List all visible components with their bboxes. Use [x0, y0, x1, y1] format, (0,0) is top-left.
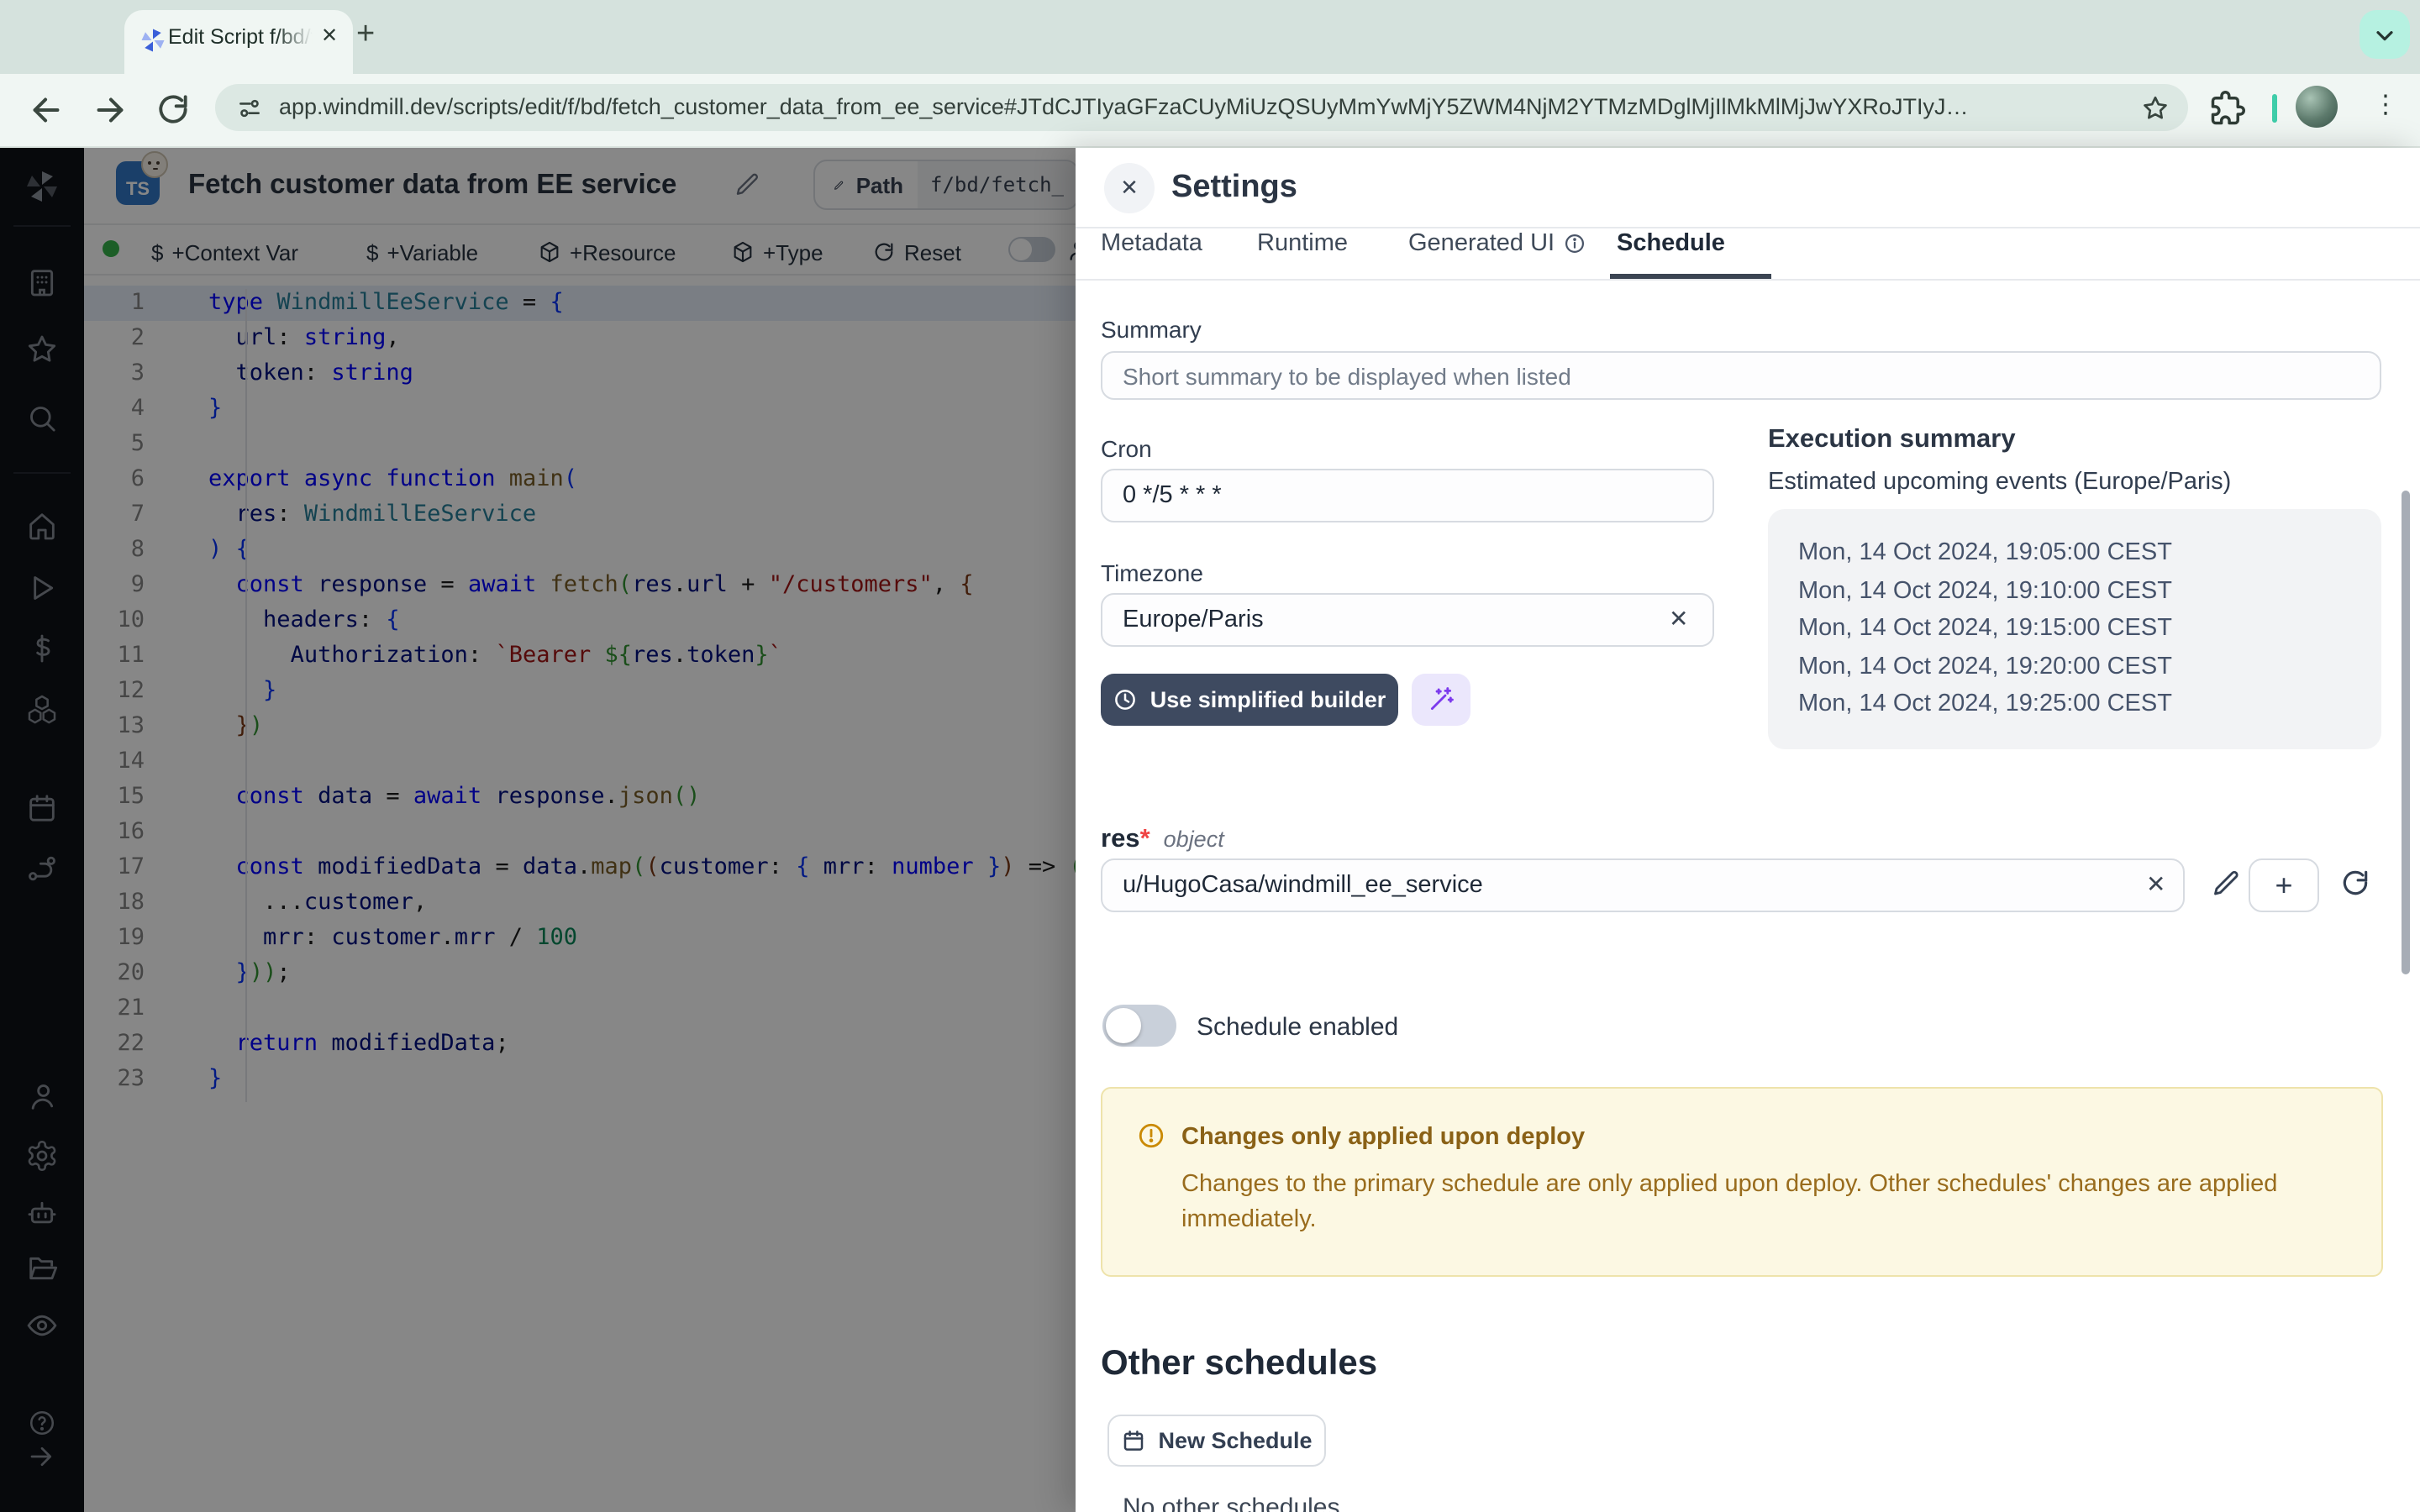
warning-title: Changes only applied upon deploy	[1181, 1124, 1585, 1151]
drawer-backdrop[interactable]	[0, 148, 1076, 1512]
timezone-label: Timezone	[1101, 559, 1203, 586]
extensions-icon[interactable]	[2210, 91, 2245, 126]
tab-generated-ui[interactable]: Generated UI	[1408, 230, 1586, 257]
profile-indicator	[2272, 94, 2277, 123]
res-field-label: res*object	[1101, 825, 1224, 855]
tab-schedule[interactable]: Schedule	[1617, 230, 1725, 257]
event-row: Mon, 14 Oct 2024, 19:05:00 CEST	[1798, 534, 2381, 572]
reload-icon[interactable]	[155, 91, 192, 128]
tab-runtime[interactable]: Runtime	[1257, 230, 1348, 257]
tab-title: Edit Script f/bd/fetch_custom	[168, 25, 313, 52]
no-other-schedules-text: No other schedules	[1123, 1494, 1340, 1512]
windmill-favicon	[138, 25, 168, 55]
bookmark-star-icon[interactable]	[2141, 94, 2170, 123]
event-row: Mon, 14 Oct 2024, 19:20:00 CEST	[1798, 648, 2381, 685]
event-row: Mon, 14 Oct 2024, 19:25:00 CEST	[1798, 685, 2381, 723]
event-row: Mon, 14 Oct 2024, 19:10:00 CEST	[1798, 572, 2381, 610]
settings-title: Settings	[1171, 170, 1297, 207]
close-settings-button[interactable]: ✕	[1104, 163, 1155, 213]
info-icon	[1563, 232, 1586, 255]
execution-summary-subtitle: Estimated upcoming events (Europe/Paris)	[1768, 469, 2231, 496]
res-field-type: object	[1164, 827, 1224, 852]
tab-close-icon[interactable]: ✕	[321, 24, 338, 47]
panel-scrollbar[interactable]	[2402, 491, 2410, 974]
panel-divider	[1076, 279, 2420, 281]
execution-events: Mon, 14 Oct 2024, 19:05:00 CESTMon, 14 O…	[1768, 509, 2381, 749]
magic-wand-icon	[1427, 685, 1455, 714]
resource-input[interactable]	[1101, 858, 2185, 912]
schedule-enabled-toggle[interactable]	[1102, 1005, 1176, 1047]
site-info-icon[interactable]	[237, 96, 262, 121]
refresh-resource-icon[interactable]	[2339, 867, 2371, 899]
alert-icon	[1136, 1121, 1166, 1151]
back-icon[interactable]	[27, 91, 66, 129]
ai-cron-button[interactable]	[1412, 674, 1470, 726]
required-asterisk: *	[1140, 825, 1150, 853]
clear-resource-icon[interactable]: ✕	[2146, 870, 2165, 899]
summary-input[interactable]	[1101, 351, 2381, 400]
profile-avatar[interactable]	[2296, 86, 2338, 128]
event-row: Mon, 14 Oct 2024, 19:15:00 CEST	[1798, 610, 2381, 648]
warning-body: Changes to the primary schedule are only…	[1181, 1168, 2341, 1238]
window-chevron-button[interactable]	[2360, 10, 2410, 59]
calendar-icon	[1121, 1428, 1146, 1453]
chevron-down-icon	[2371, 21, 2398, 48]
tab-metadata[interactable]: Metadata	[1101, 230, 1202, 257]
timezone-input[interactable]	[1101, 593, 1714, 647]
browser-menu-icon[interactable]: ⋮	[2373, 89, 2398, 119]
execution-summary-title: Execution summary	[1768, 425, 2016, 455]
cron-label: Cron	[1101, 435, 1152, 462]
new-tab-icon[interactable]: +	[356, 17, 375, 54]
simplified-builder-button[interactable]: Use simplified builder	[1101, 674, 1398, 726]
edit-resource-icon[interactable]	[2212, 869, 2242, 899]
cron-input[interactable]	[1101, 469, 1714, 522]
schedule-enabled-label: Schedule enabled	[1197, 1013, 1398, 1042]
clear-timezone-icon[interactable]: ✕	[1669, 605, 1688, 633]
panel-divider	[1076, 227, 2420, 228]
settings-panel: ✕ Settings Metadata Runtime Generated UI…	[1076, 148, 2420, 1512]
new-schedule-button[interactable]: New Schedule	[1107, 1415, 1326, 1467]
clock-icon	[1113, 687, 1139, 712]
add-resource-button-panel[interactable]: +	[2249, 858, 2319, 912]
other-schedules-title: Other schedules	[1101, 1344, 1377, 1384]
summary-label: Summary	[1101, 316, 1202, 343]
url-text[interactable]: app.windmill.dev/scripts/edit/f/bd/fetch…	[279, 94, 2136, 123]
screen: Edit Script f/bd/fetch_custom ✕ + app.wi…	[0, 0, 2420, 1512]
forward-icon[interactable]	[91, 91, 129, 129]
